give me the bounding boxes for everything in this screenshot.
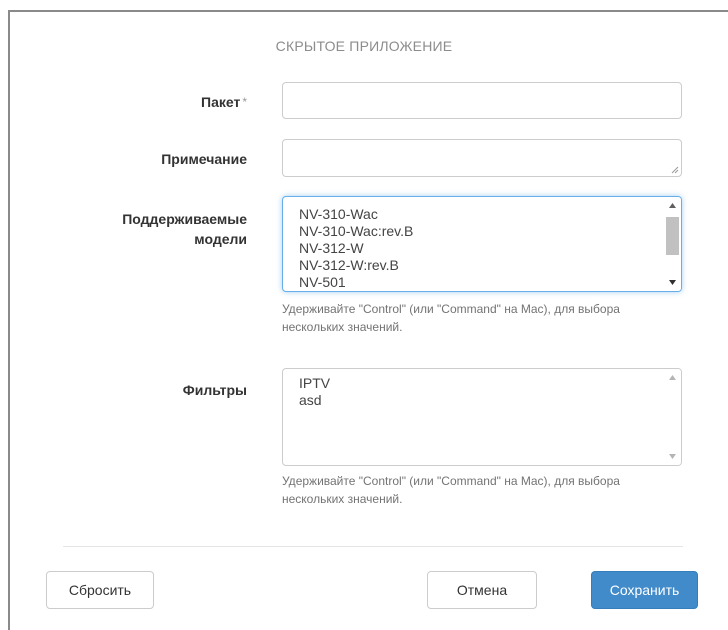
models-option[interactable]: NV-501 xyxy=(299,274,413,291)
models-label-line1: Поддерживаемые xyxy=(122,211,247,227)
window-frame-top xyxy=(8,10,728,12)
resize-grip-icon[interactable] xyxy=(671,166,679,174)
package-label-text: Пакет xyxy=(201,94,241,110)
scroll-down-icon[interactable] xyxy=(664,274,681,291)
save-button[interactable]: Сохранить xyxy=(591,571,698,609)
scroll-up-icon[interactable] xyxy=(664,369,681,386)
filters-label: Фильтры xyxy=(182,382,247,398)
models-option[interactable]: NV-312-W xyxy=(299,240,413,257)
models-label: Поддерживаемые модели xyxy=(122,209,247,249)
models-label-line2: модели xyxy=(194,231,247,247)
filters-scrollbar[interactable] xyxy=(664,369,681,465)
required-mark: * xyxy=(242,95,247,109)
filters-help-text: Удерживайте "Control" (или "Command" на … xyxy=(282,474,620,506)
reset-button[interactable]: Сбросить xyxy=(46,571,154,609)
models-option[interactable]: NV-312-W:rev.B xyxy=(299,257,413,274)
package-label: Пакет * xyxy=(201,92,247,112)
filters-option[interactable]: IPTV xyxy=(299,375,330,392)
package-input[interactable] xyxy=(282,82,682,119)
cancel-button[interactable]: Отмена xyxy=(427,571,537,609)
note-label: Примечание xyxy=(161,151,247,167)
dialog-title: СКРЫТОЕ ПРИЛОЖЕНИЕ xyxy=(275,38,453,54)
models-scrollbar[interactable] xyxy=(664,197,681,291)
filters-option[interactable]: asd xyxy=(299,392,330,409)
scroll-up-icon[interactable] xyxy=(664,197,681,214)
models-option[interactable]: NV-310-Wac xyxy=(299,206,413,223)
note-textarea[interactable] xyxy=(282,139,682,177)
models-option[interactable]: NV-310-Wac:rev.B xyxy=(299,223,413,240)
filters-multiselect[interactable]: IPTV asd xyxy=(282,368,682,466)
models-multiselect[interactable]: NV-310-Wac NV-310-Wac:rev.B NV-312-W NV-… xyxy=(282,196,682,292)
filters-options: IPTV asd xyxy=(299,375,330,409)
models-options: NV-310-Wac NV-310-Wac:rev.B NV-312-W NV-… xyxy=(299,206,413,291)
scroll-down-icon[interactable] xyxy=(664,448,681,465)
window-frame-left xyxy=(8,10,10,630)
footer-divider xyxy=(63,546,683,547)
models-help-text: Удерживайте "Control" (или "Command" на … xyxy=(282,302,620,334)
models-scroll-thumb[interactable] xyxy=(666,217,679,255)
